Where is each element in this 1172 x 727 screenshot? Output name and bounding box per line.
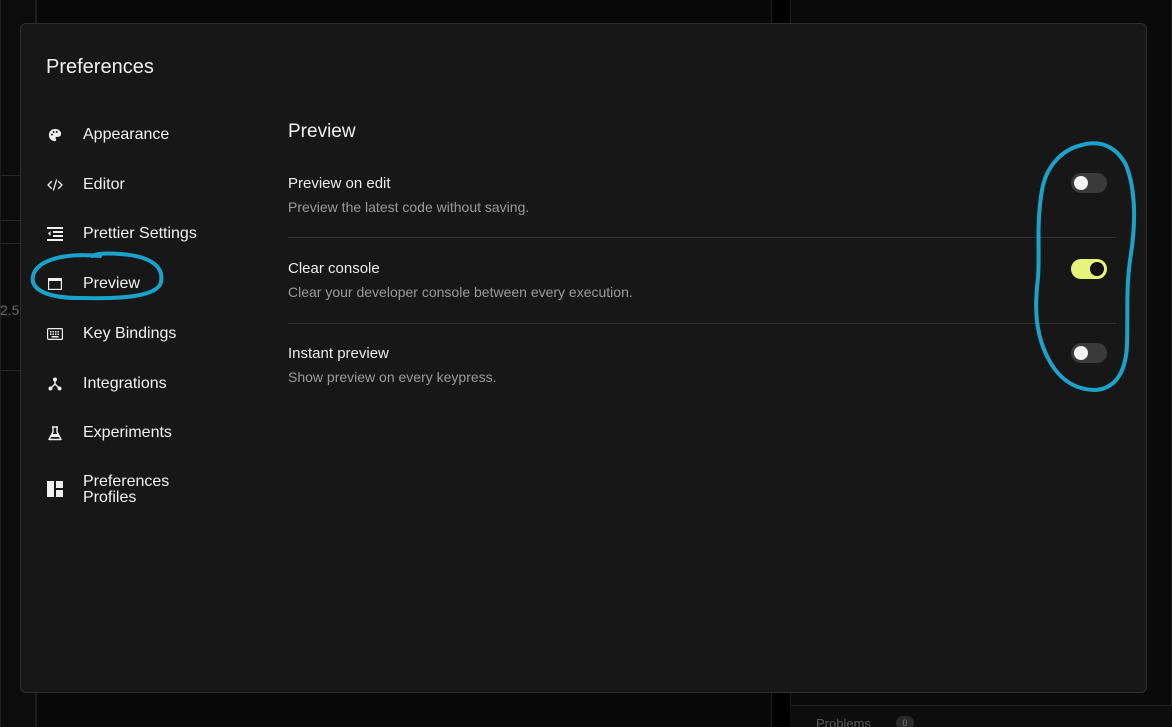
divider xyxy=(288,323,1116,324)
sidebar-item-label: Key Bindings xyxy=(83,325,177,342)
sidebar-item-prettier-settings[interactable]: Prettier Settings xyxy=(46,225,246,243)
setting-clear-console: Clear console Clear your developer conso… xyxy=(288,259,1116,330)
network-icon xyxy=(46,375,64,393)
layout-icon xyxy=(46,480,64,498)
sidebar-item-key-bindings[interactable]: Key Bindings xyxy=(46,325,246,343)
sidebar-item-preview[interactable]: Preview xyxy=(46,275,246,293)
sidebar-item-label: Integrations xyxy=(83,375,167,392)
sidebar-item-label: Editor xyxy=(83,176,125,193)
preferences-sidebar: Appearance Editor Prettier Settings Prev… xyxy=(21,24,261,692)
clear-console-toggle[interactable] xyxy=(1071,259,1107,279)
sidebar-item-label: Experiments xyxy=(83,424,172,441)
divider xyxy=(288,237,1116,238)
toggle-knob xyxy=(1074,176,1088,190)
preferences-dialog: Preferences Appearance Editor Prettier S… xyxy=(20,23,1147,693)
sidebar-item-integrations[interactable]: Integrations xyxy=(46,375,246,393)
palette-icon xyxy=(46,126,64,144)
keyboard-icon xyxy=(46,325,64,343)
sidebar-item-label: Preferences Profiles xyxy=(83,473,170,506)
code-icon xyxy=(46,176,64,194)
section-title: Preview xyxy=(288,121,356,142)
toggle-knob xyxy=(1074,346,1088,360)
sidebar-item-preferences-profiles[interactable]: Preferences Profiles xyxy=(46,474,246,506)
setting-label: Preview on edit xyxy=(288,175,391,192)
setting-description: Clear your developer console between eve… xyxy=(288,284,633,300)
sidebar-item-label: Prettier Settings xyxy=(83,225,197,242)
sidebar-item-label: Appearance xyxy=(83,126,170,143)
sidebar-item-appearance[interactable]: Appearance xyxy=(46,126,246,144)
sidebar-item-editor[interactable]: Editor xyxy=(46,176,246,194)
problems-tab-label[interactable]: Problems xyxy=(816,716,871,727)
format-indent-icon xyxy=(46,225,64,243)
setting-description: Show preview on every keypress. xyxy=(288,369,497,385)
toggle-knob xyxy=(1090,262,1104,276)
setting-instant-preview: Instant preview Show preview on every ke… xyxy=(288,343,1116,415)
setting-label: Instant preview xyxy=(288,345,389,362)
setting-label: Clear console xyxy=(288,260,380,277)
preview-on-edit-toggle[interactable] xyxy=(1071,173,1107,193)
instant-preview-toggle[interactable] xyxy=(1071,343,1107,363)
sidebar-item-experiments[interactable]: Experiments xyxy=(46,424,246,442)
sidebar-item-label: Preview xyxy=(83,275,140,292)
flask-icon xyxy=(46,424,64,442)
problems-panel-header[interactable]: Problems 0 xyxy=(790,705,1172,727)
setting-preview-on-edit: Preview on edit Preview the latest code … xyxy=(288,173,1116,245)
window-icon xyxy=(46,275,64,293)
problems-count-badge: 0 xyxy=(896,716,914,727)
background-line-number: 2.5 xyxy=(0,302,20,318)
setting-description: Preview the latest code without saving. xyxy=(288,199,530,215)
